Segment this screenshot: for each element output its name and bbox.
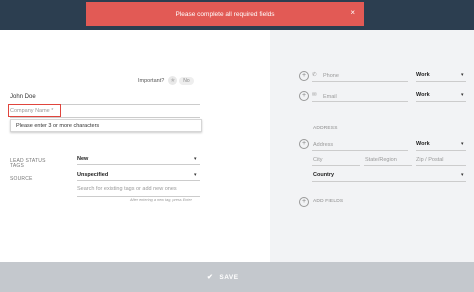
- add-email-icon[interactable]: +: [299, 91, 309, 101]
- state-input[interactable]: State/Region: [365, 157, 397, 163]
- phone-type-underline: [416, 81, 466, 82]
- source-underline: [77, 180, 200, 181]
- tags-input[interactable]: Search for existing tags or add new ones: [77, 186, 177, 192]
- zip-input[interactable]: Zip / Postal: [416, 157, 444, 163]
- phone-icon: ✆: [312, 72, 317, 78]
- country-underline: [312, 181, 466, 182]
- email-icon: ✉: [312, 92, 317, 98]
- address-type-underline: [416, 150, 466, 151]
- error-toast: Please complete all required fields ×: [86, 2, 364, 26]
- toast-message: Please complete all required fields: [175, 10, 275, 18]
- important-toggle[interactable]: Important? ★ No: [138, 76, 194, 85]
- important-label: Important?: [138, 77, 165, 84]
- phone-type-select[interactable]: Work: [416, 72, 430, 78]
- city-input[interactable]: City: [313, 157, 322, 163]
- add-fields-button[interactable]: ADD FIELDS: [313, 199, 343, 204]
- important-value[interactable]: No: [179, 76, 194, 85]
- phone-underline: [312, 81, 408, 82]
- save-button[interactable]: ✔ SAVE: [207, 273, 239, 282]
- tags-hint: After entering a new tag, press Enter: [130, 198, 192, 202]
- add-address-icon[interactable]: +: [299, 139, 309, 149]
- close-icon[interactable]: ×: [350, 9, 355, 17]
- address-underline: [312, 150, 408, 151]
- lead-status-select[interactable]: New: [77, 156, 88, 162]
- star-icon[interactable]: ★: [168, 76, 178, 85]
- source-label: SOURCE: [10, 176, 33, 182]
- chevron-down-icon[interactable]: ▾: [461, 141, 464, 147]
- tags-label: TAGS: [10, 163, 25, 169]
- add-fields-icon[interactable]: +: [299, 197, 309, 207]
- check-icon: ✔: [207, 274, 214, 281]
- chevron-down-icon[interactable]: ▾: [194, 172, 197, 178]
- chevron-down-icon[interactable]: ▾: [461, 92, 464, 98]
- tags-underline: [77, 196, 200, 197]
- chevron-down-icon[interactable]: ▾: [461, 172, 464, 178]
- left-panel: [0, 30, 270, 262]
- address-heading: ADDRESS: [313, 126, 338, 131]
- phone-input[interactable]: Phone: [323, 73, 339, 79]
- source-select[interactable]: Unspecified: [77, 172, 108, 178]
- chevron-down-icon[interactable]: ▾: [461, 72, 464, 78]
- address-type-select[interactable]: Work: [416, 141, 430, 147]
- validation-tooltip: Please enter 3 or more characters: [10, 119, 202, 132]
- company-underline: [10, 117, 200, 118]
- email-underline: [312, 101, 408, 102]
- add-phone-icon[interactable]: +: [299, 71, 309, 81]
- email-type-underline: [416, 101, 466, 102]
- email-input[interactable]: Email: [323, 94, 337, 100]
- email-type-select[interactable]: Work: [416, 92, 430, 98]
- city-underline: [312, 165, 360, 166]
- lead-status-underline: [77, 164, 200, 165]
- zip-underline: [416, 165, 466, 166]
- save-label: SAVE: [219, 273, 239, 281]
- state-underline: [364, 165, 412, 166]
- country-select[interactable]: Country: [313, 172, 334, 178]
- company-name-field[interactable]: Company Name *: [10, 108, 53, 114]
- chevron-down-icon[interactable]: ▾: [194, 156, 197, 162]
- address-input[interactable]: Address: [313, 142, 333, 148]
